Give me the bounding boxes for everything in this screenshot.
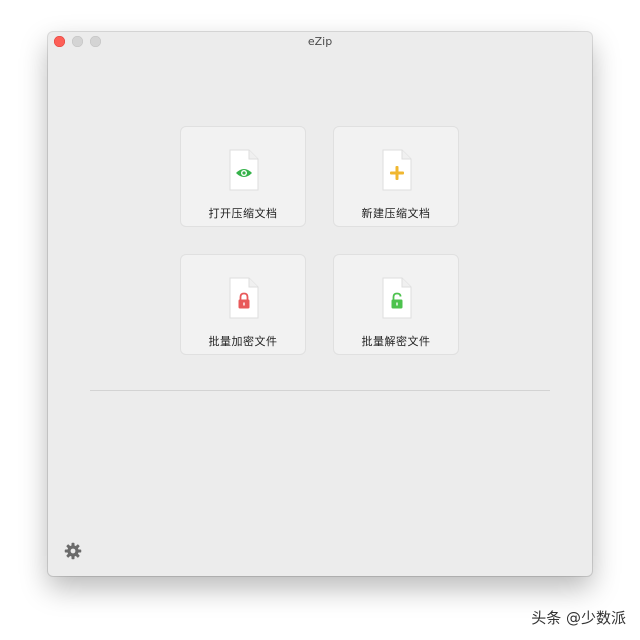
new-archive-button[interactable]: 新建压缩文档: [333, 126, 459, 227]
document-icon: [229, 277, 259, 319]
new-archive-label: 新建压缩文档: [361, 207, 431, 220]
section-divider: [90, 390, 550, 391]
batch-decrypt-label: 批量解密文件: [361, 335, 431, 348]
batch-decrypt-button[interactable]: 批量解密文件: [333, 254, 459, 355]
open-archive-button[interactable]: 打开压缩文档: [180, 126, 306, 227]
gear-icon[interactable]: [64, 542, 82, 560]
app-window: eZip 打开压缩文档 新建压缩文档 批量加密文件 批量解密文件: [48, 32, 592, 576]
document-icon: [229, 149, 259, 191]
document-icon: [382, 277, 412, 319]
batch-encrypt-button[interactable]: 批量加密文件: [180, 254, 306, 355]
document-icon: [382, 149, 412, 191]
window-title: eZip: [307, 35, 333, 48]
title-bar: eZip: [48, 32, 592, 52]
batch-encrypt-label: 批量加密文件: [208, 335, 278, 348]
open-archive-label: 打开压缩文档: [208, 207, 278, 220]
watermark-text: 头条 @少数派: [531, 609, 626, 627]
